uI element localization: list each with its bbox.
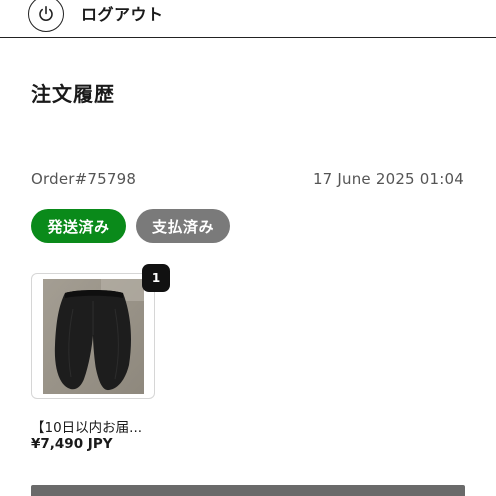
product-name[interactable]: 【10日以内お届... bbox=[31, 416, 142, 436]
bottom-action-button[interactable] bbox=[31, 485, 465, 496]
product-price: ¥7,490 JPY bbox=[31, 436, 113, 452]
quantity-badge: 1 bbox=[142, 264, 170, 292]
order-history-page: ログアウト 注文履歴 Order#75798 17 June 2025 01:0… bbox=[0, 0, 496, 496]
logout-button[interactable]: ログアウト bbox=[0, 0, 164, 37]
status-badge-shipped: 発送済み bbox=[31, 209, 126, 243]
status-badge-paid: 支払済み bbox=[136, 209, 230, 243]
order-date: 17 June 2025 01:04 bbox=[312, 170, 464, 188]
page-title: 注文履歴 bbox=[31, 82, 115, 106]
logout-label: ログアウト bbox=[81, 4, 164, 24]
product-image bbox=[43, 279, 144, 394]
order-number[interactable]: Order#75798 bbox=[31, 170, 136, 188]
power-icon bbox=[28, 0, 64, 32]
logout-bar: ログアウト bbox=[0, 0, 496, 38]
product-thumbnail-card[interactable] bbox=[31, 273, 155, 399]
